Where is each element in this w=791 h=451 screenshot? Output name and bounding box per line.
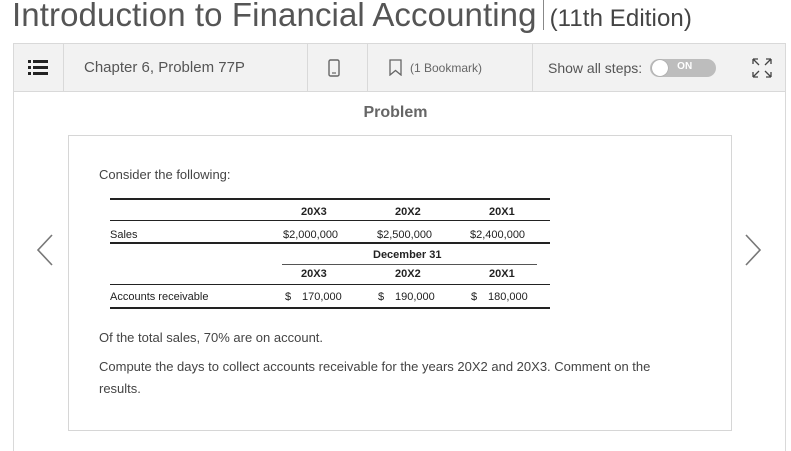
- bookmark-button[interactable]: (1 Bookmark): [389, 44, 482, 91]
- bookmark-label: (1 Bookmark): [410, 60, 483, 75]
- sales-value: $2,500,000: [377, 229, 433, 241]
- year-header: 20X2: [395, 268, 421, 280]
- book-edition: (11th Edition): [549, 5, 692, 32]
- chevron-right-icon[interactable]: [744, 233, 762, 272]
- table-rule: [110, 307, 550, 309]
- ar-currency: $: [285, 291, 292, 303]
- problem-question-cont: results.: [99, 381, 141, 396]
- ar-currency: $: [471, 291, 478, 303]
- problem-heading: Problem: [363, 104, 428, 121]
- table-rule: [110, 220, 550, 221]
- sales-label: Sales: [110, 229, 138, 241]
- table-rule: [110, 242, 550, 244]
- toolbar: Chapter 6, Problem 77P (1 Bookmark) Show…: [13, 43, 786, 92]
- year-header: 20X3: [301, 206, 327, 218]
- toolbar-divider: [63, 44, 64, 91]
- title-divider: [542, 0, 544, 30]
- toggle-knob: [652, 59, 669, 76]
- chevron-left-icon[interactable]: [36, 233, 54, 272]
- chapter-label: Chapter 6, Problem 77P: [84, 59, 245, 76]
- ar-value: 190,000: [395, 291, 435, 303]
- book-title-text: Introduction to Financial Accounting: [12, 0, 537, 33]
- problem-intro: Consider the following:: [99, 167, 231, 182]
- year-header: 20X2: [395, 206, 421, 218]
- section-header: December 31: [373, 249, 442, 261]
- list-icon[interactable]: [14, 44, 62, 91]
- table-rule: [110, 284, 550, 285]
- book-title: Introduction to Financial Accounting (11t…: [12, 0, 692, 34]
- toolbar-divider: [307, 44, 308, 91]
- ar-currency: $: [378, 291, 385, 303]
- ar-label: Accounts receivable: [110, 291, 209, 303]
- ar-value: 180,000: [488, 291, 528, 303]
- show-steps-control: Show all steps: ON: [548, 44, 717, 91]
- ar-value: 170,000: [302, 291, 342, 303]
- year-header: 20X3: [301, 268, 327, 280]
- sales-value: $2,000,000: [283, 229, 339, 241]
- sales-value: $2,400,000: [470, 229, 526, 241]
- expand-icon[interactable]: [751, 44, 773, 91]
- show-steps-label: Show all steps:: [548, 59, 643, 76]
- show-steps-toggle[interactable]: ON: [650, 58, 717, 77]
- bookmark-icon: [389, 59, 402, 76]
- year-header: 20X1: [489, 206, 515, 218]
- section-underline: [282, 264, 537, 265]
- table-rule: [110, 198, 550, 200]
- toolbar-divider: [367, 44, 368, 91]
- phone-icon[interactable]: [328, 44, 340, 91]
- problem-question: Compute the days to collect accounts rec…: [99, 359, 651, 374]
- toggle-label: ON: [677, 60, 693, 72]
- year-header: 20X1: [489, 268, 515, 280]
- problem-note: Of the total sales, 70% are on account.: [99, 330, 324, 345]
- toolbar-divider: [532, 44, 533, 91]
